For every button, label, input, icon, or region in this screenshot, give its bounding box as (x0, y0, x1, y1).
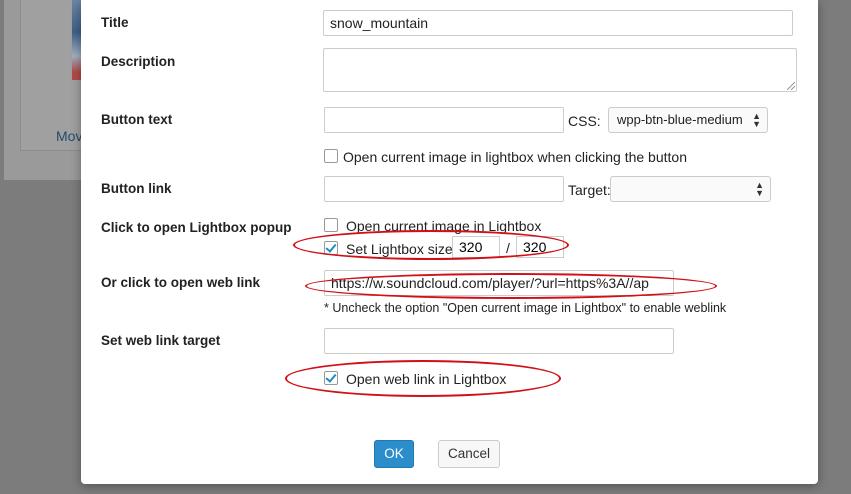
css-label: CSS: (568, 113, 601, 129)
web-link-input[interactable] (324, 270, 674, 296)
select-arrows-icon: ▲ ▼ (752, 111, 761, 129)
open-lightbox-on-button-label: Open current image in lightbox when clic… (343, 149, 687, 165)
size-separator: / (506, 240, 510, 256)
open-web-link-in-lightbox-label: Open web link in Lightbox (346, 371, 507, 387)
button-text-input[interactable] (324, 107, 564, 133)
cancel-button[interactable]: Cancel (438, 440, 500, 468)
button-text-label: Button text (101, 112, 173, 127)
button-link-label: Button link (101, 181, 172, 196)
description-wrapper (323, 48, 797, 92)
css-select-value: wpp-btn-blue-medium (617, 112, 743, 127)
target-select[interactable]: ▲ ▼ (610, 176, 771, 202)
title-input[interactable] (323, 10, 793, 36)
set-lightbox-size-label: Set Lightbox size (346, 241, 453, 257)
background-move-link[interactable]: Mov (56, 128, 82, 144)
web-link-note: * Uncheck the option "Open current image… (324, 301, 727, 315)
title-label: Title (101, 15, 129, 30)
lightbox-popup-label: Click to open Lightbox popup (101, 220, 292, 235)
open-web-link-in-lightbox-checkbox[interactable] (324, 371, 338, 385)
open-current-in-lightbox-label: Open current image in Lightbox (346, 218, 542, 234)
description-textarea[interactable] (323, 48, 797, 92)
css-select[interactable]: wpp-btn-blue-medium ▲ ▼ (608, 107, 768, 133)
web-link-label: Or click to open web link (101, 275, 261, 290)
target-label: Target: (568, 182, 611, 198)
web-link-target-label: Set web link target (101, 333, 221, 348)
open-current-in-lightbox-checkbox[interactable] (324, 218, 338, 232)
button-link-input[interactable] (324, 176, 564, 202)
description-label: Description (101, 54, 176, 69)
lightbox-width-input[interactable] (452, 236, 500, 258)
ok-button[interactable]: OK (374, 440, 414, 468)
set-lightbox-size-checkbox[interactable] (324, 241, 338, 255)
lightbox-height-input[interactable] (516, 236, 564, 258)
image-settings-dialog: Title Description Button text CSS: wpp-b… (81, 0, 818, 484)
resize-grip-icon[interactable] (787, 82, 795, 90)
open-lightbox-on-button-checkbox[interactable] (324, 149, 338, 163)
web-link-target-input[interactable] (324, 328, 674, 354)
select-arrows-icon: ▲ ▼ (755, 180, 764, 198)
